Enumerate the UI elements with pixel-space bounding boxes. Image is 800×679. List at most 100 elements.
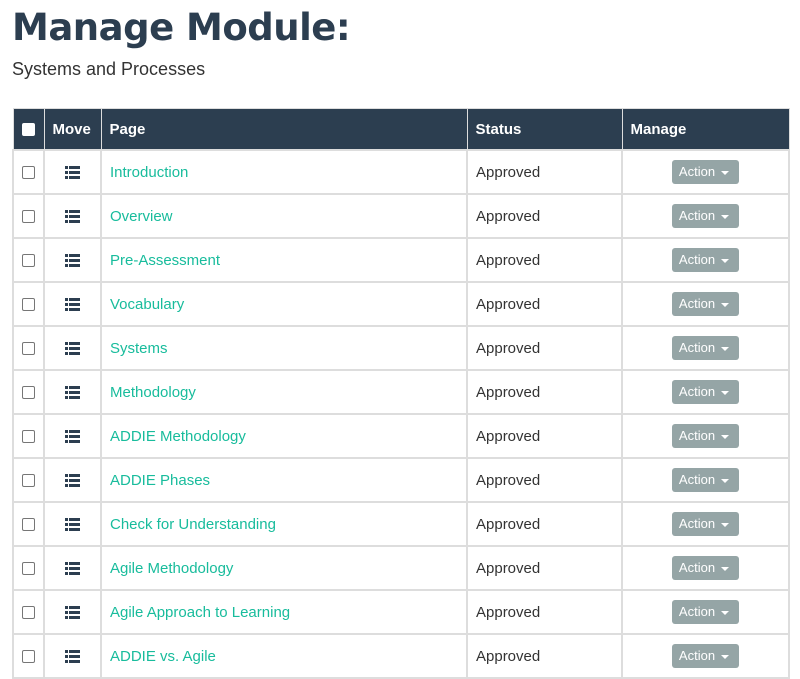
- select-all-checkbox[interactable]: [22, 123, 35, 137]
- page-link[interactable]: Pre-Assessment: [110, 252, 220, 269]
- list-icon[interactable]: [65, 562, 80, 576]
- action-dropdown-button[interactable]: Action: [671, 292, 740, 316]
- list-icon[interactable]: [65, 606, 80, 620]
- list-icon[interactable]: [65, 298, 80, 312]
- list-icon[interactable]: [65, 518, 80, 532]
- row-select-cell: [12, 193, 45, 239]
- page-link[interactable]: Agile Methodology: [110, 560, 233, 577]
- row-checkbox[interactable]: [22, 474, 35, 488]
- page-link[interactable]: Agile Approach to Learning: [110, 604, 290, 621]
- page-link[interactable]: Overview: [110, 208, 173, 225]
- row-move-cell: [43, 281, 102, 327]
- action-dropdown-button[interactable]: Action: [671, 424, 740, 448]
- page-link[interactable]: Methodology: [110, 384, 196, 401]
- page-link[interactable]: Check for Understanding: [110, 516, 276, 533]
- action-dropdown-button[interactable]: Action: [671, 160, 740, 184]
- action-dropdown-button[interactable]: Action: [671, 336, 740, 360]
- page-link[interactable]: ADDIE vs. Agile: [110, 648, 216, 665]
- select-all-header: [12, 108, 45, 151]
- row-page-cell: Agile Methodology: [100, 545, 468, 591]
- row-move-cell: [43, 457, 102, 503]
- list-icon[interactable]: [65, 650, 80, 664]
- list-icon[interactable]: [65, 342, 80, 356]
- table-row: Overview Approved Action: [12, 193, 790, 239]
- action-dropdown-button[interactable]: Action: [671, 512, 740, 536]
- caret-down-icon: [721, 610, 730, 615]
- page-container: Manage Module: Systems and Processes Mov…: [0, 0, 800, 679]
- action-dropdown-button[interactable]: Action: [671, 600, 740, 624]
- status-text: Approved: [466, 325, 623, 371]
- row-checkbox[interactable]: [22, 650, 35, 664]
- row-select-cell: [12, 413, 45, 459]
- page-link[interactable]: ADDIE Methodology: [110, 428, 246, 445]
- row-page-cell: Agile Approach to Learning: [100, 589, 468, 635]
- list-icon[interactable]: [65, 386, 80, 400]
- page-link[interactable]: ADDIE Phases: [110, 472, 210, 489]
- row-checkbox[interactable]: [22, 298, 35, 312]
- caret-down-icon: [721, 434, 730, 439]
- row-page-cell: Pre-Assessment: [100, 237, 468, 283]
- caret-down-icon: [721, 346, 730, 351]
- status-text: Approved: [466, 149, 623, 195]
- list-icon[interactable]: [65, 474, 80, 488]
- row-select-cell: [12, 545, 45, 591]
- caret-down-icon: [721, 214, 730, 219]
- row-manage-cell: Action: [621, 325, 790, 371]
- row-checkbox[interactable]: [22, 166, 35, 180]
- action-dropdown-button[interactable]: Action: [671, 468, 740, 492]
- table-row: ADDIE Methodology Approved Action: [12, 413, 790, 459]
- table-row: Pre-Assessment Approved Action: [12, 237, 790, 283]
- row-select-cell: [12, 501, 45, 547]
- status-text: Approved: [466, 501, 623, 547]
- page-link[interactable]: Introduction: [110, 164, 188, 181]
- page-link[interactable]: Vocabulary: [110, 296, 184, 313]
- row-page-cell: ADDIE Phases: [100, 457, 468, 503]
- row-move-cell: [43, 149, 102, 195]
- row-checkbox[interactable]: [22, 342, 35, 356]
- row-page-cell: Introduction: [100, 149, 468, 195]
- page-title: Manage Module:: [12, 6, 351, 49]
- row-checkbox[interactable]: [22, 518, 35, 532]
- row-select-cell: [12, 281, 45, 327]
- status-text: Approved: [466, 281, 623, 327]
- caret-down-icon: [721, 302, 730, 307]
- action-button-label: Action: [678, 428, 716, 443]
- row-checkbox[interactable]: [22, 386, 35, 400]
- row-page-cell: ADDIE vs. Agile: [100, 633, 468, 679]
- action-button-label: Action: [678, 340, 716, 355]
- status-text: Approved: [466, 589, 623, 635]
- row-move-cell: [43, 413, 102, 459]
- action-button-label: Action: [678, 384, 716, 399]
- row-manage-cell: Action: [621, 633, 790, 679]
- action-dropdown-button[interactable]: Action: [671, 380, 740, 404]
- row-checkbox[interactable]: [22, 254, 35, 268]
- list-icon[interactable]: [65, 254, 80, 268]
- status-text: Approved: [466, 545, 623, 591]
- action-dropdown-button[interactable]: Action: [671, 248, 740, 272]
- row-select-cell: [12, 369, 45, 415]
- list-icon[interactable]: [65, 430, 80, 444]
- caret-down-icon: [721, 478, 730, 483]
- action-dropdown-button[interactable]: Action: [671, 644, 740, 668]
- action-dropdown-button[interactable]: Action: [671, 204, 740, 228]
- table-row: Check for Understanding Approved Action: [12, 501, 790, 547]
- row-move-cell: [43, 545, 102, 591]
- table-row: Agile Methodology Approved Action: [12, 545, 790, 591]
- page-link[interactable]: Systems: [110, 340, 168, 357]
- row-page-cell: Methodology: [100, 369, 468, 415]
- list-icon[interactable]: [65, 210, 80, 224]
- list-icon[interactable]: [65, 166, 80, 180]
- row-move-cell: [43, 237, 102, 283]
- table-row: Agile Approach to Learning Approved Acti…: [12, 589, 790, 635]
- row-page-cell: Check for Understanding: [100, 501, 468, 547]
- caret-down-icon: [721, 170, 730, 175]
- action-dropdown-button[interactable]: Action: [671, 556, 740, 580]
- row-checkbox[interactable]: [22, 562, 35, 576]
- row-manage-cell: Action: [621, 545, 790, 591]
- row-move-cell: [43, 633, 102, 679]
- row-checkbox[interactable]: [22, 430, 35, 444]
- status-text: Approved: [466, 413, 623, 459]
- row-checkbox[interactable]: [22, 210, 35, 224]
- module-subtitle: Systems and Processes: [12, 59, 206, 79]
- row-checkbox[interactable]: [22, 606, 35, 620]
